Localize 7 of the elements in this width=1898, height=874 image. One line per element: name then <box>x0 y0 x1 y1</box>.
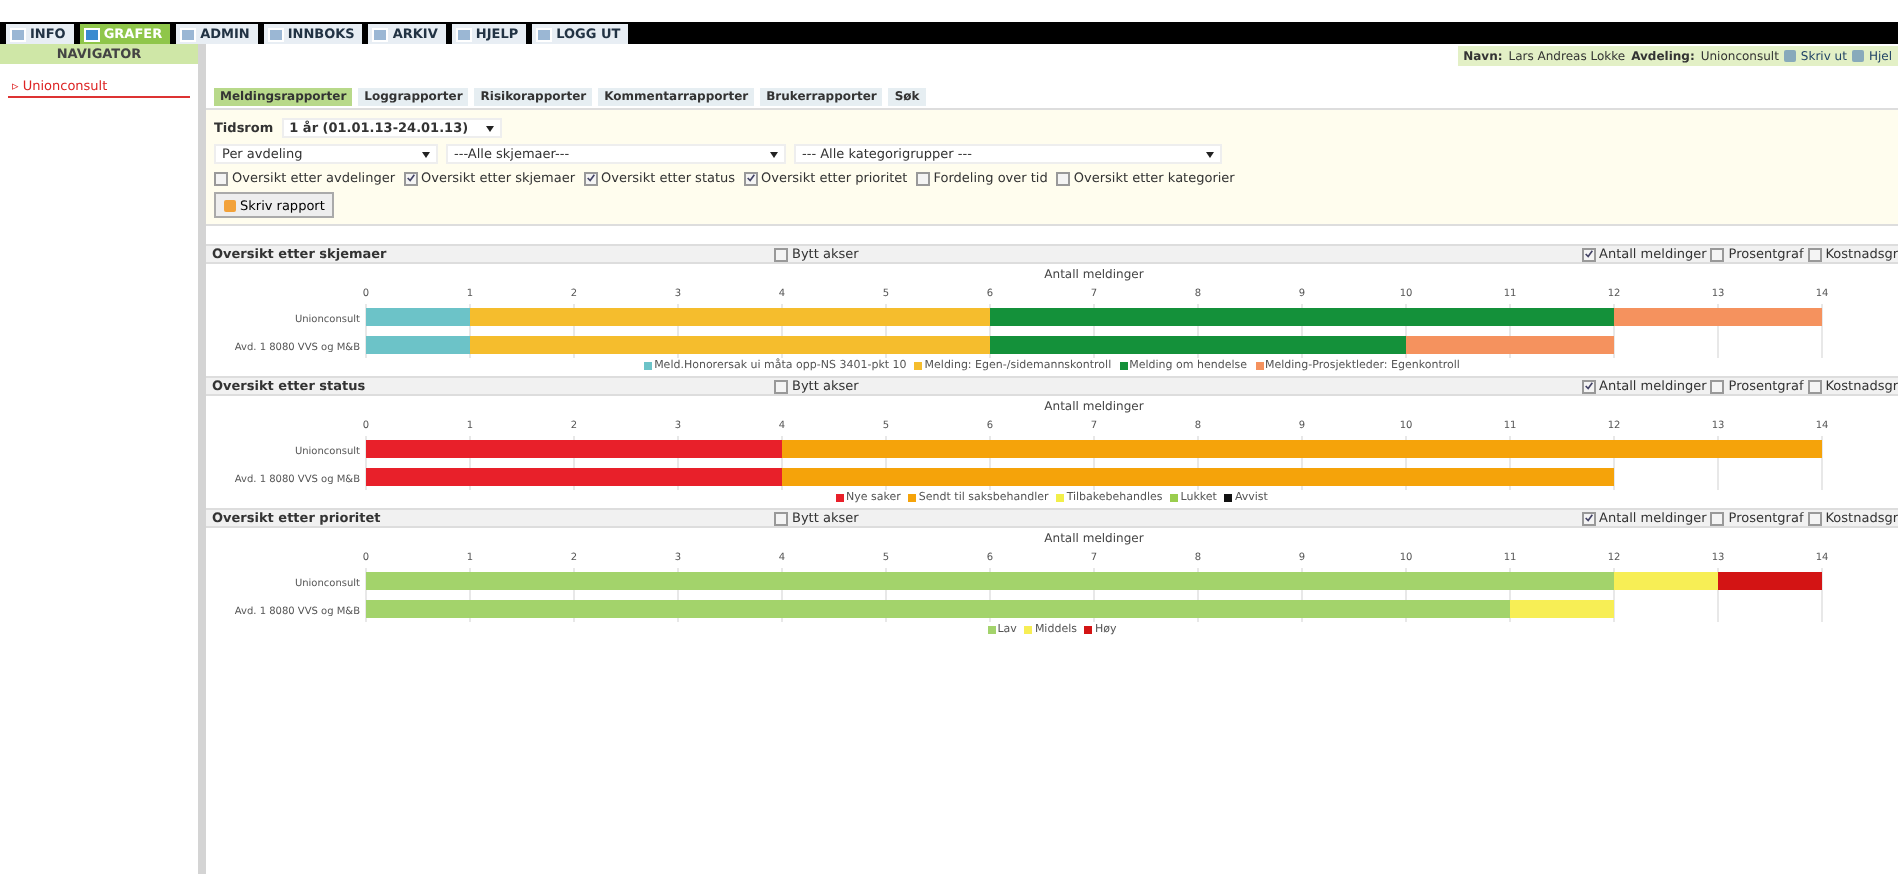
checkmark-icon <box>585 172 596 184</box>
checkmark-icon <box>745 172 756 184</box>
checkmark-icon <box>1583 380 1594 392</box>
chart-bar <box>1718 572 1822 590</box>
checkmark-icon <box>405 172 416 184</box>
checkmark-icon <box>1583 248 1594 260</box>
checkmark-icon <box>1583 512 1594 524</box>
